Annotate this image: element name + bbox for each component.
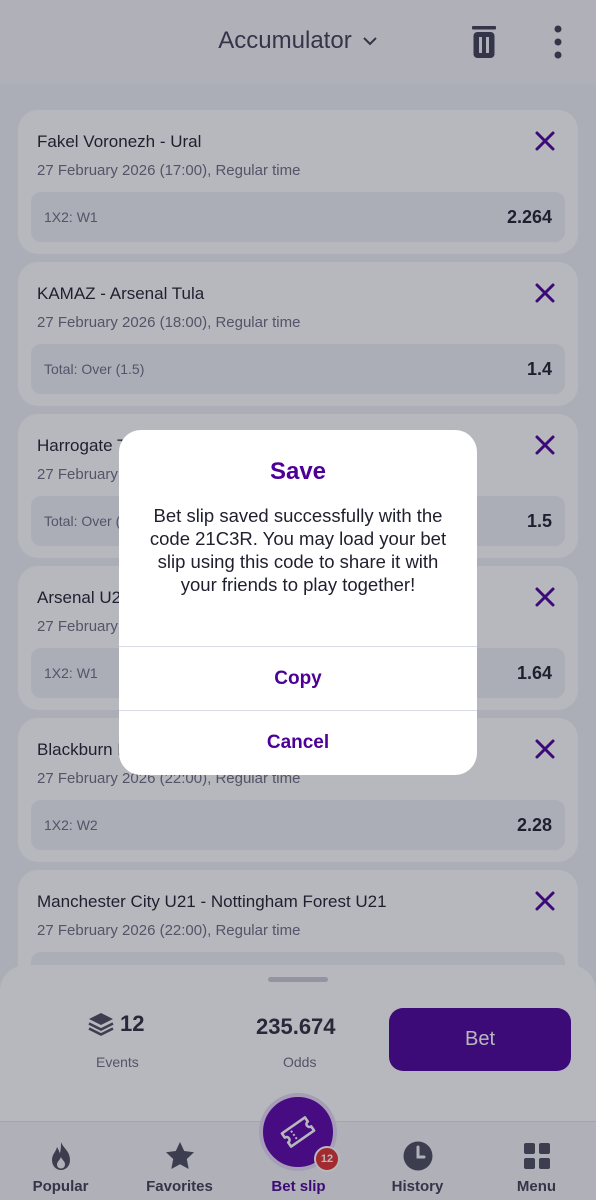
dialog-title: Save [269, 458, 327, 485]
cancel-button[interactable]: Cancel [119, 710, 477, 774]
save-dialog: Save Bet slip saved successfully with th… [119, 430, 477, 775]
copy-button[interactable]: Copy [119, 646, 477, 710]
dialog-message: Bet slip saved successfully with the cod… [149, 505, 447, 595]
